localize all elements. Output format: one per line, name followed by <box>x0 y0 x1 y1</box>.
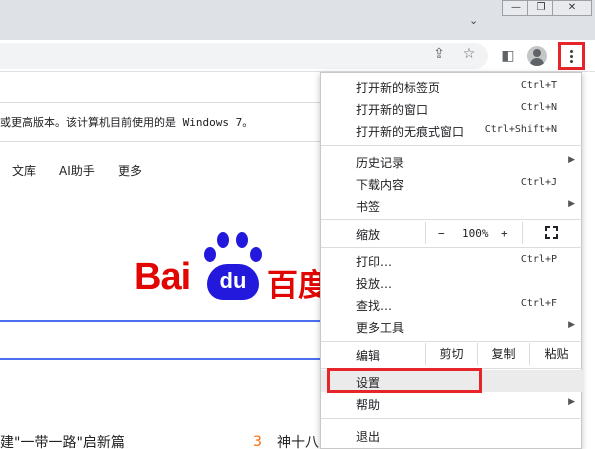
menu-item-new-incognito[interactable]: 打开新的无痕式窗口 Ctrl+Shift+N <box>321 119 583 141</box>
submenu-arrow-icon: ▶ <box>568 155 575 165</box>
paw-icon: du <box>199 230 267 300</box>
menu-item-label: 编辑 <box>356 349 381 363</box>
share-icon[interactable]: ⇪ <box>428 43 450 65</box>
menu-item-label: 投放… <box>356 277 393 291</box>
nav-link-ai-assistant[interactable]: AI助手 <box>59 162 95 179</box>
close-window-button[interactable]: ✕ <box>552 0 592 16</box>
tab-search-chevron-icon[interactable]: ⌄ <box>469 14 478 27</box>
menu-item-edit: 编辑 剪切 复制 粘贴 <box>321 343 583 365</box>
menu-item-help[interactable]: 帮助 ▶ <box>321 392 583 414</box>
hot-news-rank: 3 <box>253 434 262 449</box>
hot-news-item[interactable]: 神十八 <box>277 432 319 449</box>
fullscreen-icon[interactable] <box>545 226 558 239</box>
menu-item-label: 打开新的标签页 <box>356 81 441 95</box>
menu-item-shortcut: Ctrl+T <box>520 80 557 91</box>
hot-news-item[interactable]: 建"一带一路"启新篇 <box>0 432 125 449</box>
zoom-out-button[interactable]: − <box>438 227 445 240</box>
menu-item-label: 更多工具 <box>356 321 405 335</box>
menu-item-new-tab[interactable]: 打开新的标签页 Ctrl+T <box>321 75 583 97</box>
menu-separator <box>321 247 583 248</box>
menu-item-label: 下载内容 <box>356 178 405 192</box>
unsupported-os-infobar: 或更高版本。该计算机目前使用的是 Windows 7。 <box>0 102 330 142</box>
menu-item-label: 历史记录 <box>356 156 405 170</box>
zoom-in-button[interactable]: + <box>501 227 508 240</box>
menu-item-label: 打开新的无痕式窗口 <box>356 125 465 139</box>
menu-item-label: 缩放 <box>356 228 381 242</box>
side-panel-icon[interactable]: ◧ <box>497 45 519 67</box>
menu-item-label: 打印… <box>356 255 393 269</box>
kebab-dot-icon <box>570 49 573 53</box>
menu-item-history[interactable]: 历史记录 ▶ <box>321 150 583 172</box>
menu-item-zoom: 缩放 − 100% + <box>321 222 583 244</box>
customize-menu-button[interactable] <box>558 42 585 70</box>
restore-button[interactable]: ❐ <box>527 0 555 16</box>
menu-item-shortcut: Ctrl+F <box>520 298 557 309</box>
submenu-arrow-icon: ▶ <box>568 320 575 330</box>
submenu-arrow-icon: ▶ <box>568 397 575 407</box>
menu-item-exit[interactable]: 退出 <box>321 424 583 446</box>
settings-highlight-box <box>327 368 482 393</box>
menu-separator <box>321 145 583 146</box>
close-icon: ✕ <box>567 2 577 13</box>
menu-item-more-tools[interactable]: 更多工具 ▶ <box>321 315 583 337</box>
menu-item-label: 帮助 <box>356 398 381 412</box>
browser-toolbar: ⇪ ☆ ◧ <box>0 40 595 72</box>
menu-item-label: 书签 <box>356 200 381 214</box>
zoom-level: 100% <box>462 227 489 240</box>
menu-item-cast[interactable]: 投放… <box>321 271 583 293</box>
paste-button[interactable]: 粘贴 <box>529 343 583 365</box>
menu-separator <box>321 418 583 419</box>
title-bar: ⌄ — ❐ ✕ <box>0 0 595 40</box>
menu-item-label: 打开新的窗口 <box>356 103 429 117</box>
menu-item-shortcut: Ctrl+J <box>520 177 557 188</box>
menu-item-label: 退出 <box>356 430 381 444</box>
menu-item-bookmarks[interactable]: 书签 ▶ <box>321 194 583 216</box>
profile-avatar-icon[interactable] <box>527 46 547 66</box>
menu-item-downloads[interactable]: 下载内容 Ctrl+J <box>321 172 583 194</box>
menu-item-shortcut: Ctrl+Shift+N <box>484 124 557 135</box>
kebab-dot-icon <box>570 59 573 63</box>
menu-separator <box>321 341 583 342</box>
minimize-button[interactable]: — <box>502 0 530 16</box>
copy-button[interactable]: 复制 <box>477 343 529 365</box>
submenu-arrow-icon: ▶ <box>568 199 575 209</box>
bookmark-star-icon[interactable]: ☆ <box>458 43 480 65</box>
menu-item-shortcut: Ctrl+N <box>520 102 557 113</box>
cut-button[interactable]: 剪切 <box>425 343 477 365</box>
menu-separator <box>321 219 583 220</box>
menu-item-label: 查找… <box>356 299 393 313</box>
menu-item-shortcut: Ctrl+P <box>520 254 557 265</box>
kebab-dot-icon <box>570 54 573 58</box>
menu-item-print[interactable]: 打印… Ctrl+P <box>321 249 583 271</box>
restore-icon: ❐ <box>536 2 546 13</box>
nav-link-wenku[interactable]: 文库 <box>12 162 36 179</box>
nav-link-more[interactable]: 更多 <box>118 162 142 179</box>
address-bar[interactable]: ⇪ ☆ <box>0 43 488 69</box>
menu-item-new-window[interactable]: 打开新的窗口 Ctrl+N <box>321 97 583 119</box>
infobar-text: 或更高版本。该计算机目前使用的是 Windows 7。 <box>0 116 254 129</box>
baidu-logo: Bai du 百度 <box>0 220 330 300</box>
logo-latin-text: Bai <box>134 256 191 298</box>
minimize-icon: — <box>511 2 521 13</box>
menu-item-find[interactable]: 查找… Ctrl+F <box>321 293 583 315</box>
search-input[interactable] <box>0 320 330 360</box>
zoom-controls: − 100% <box>425 222 523 244</box>
logo-paw-text: du <box>207 264 259 300</box>
